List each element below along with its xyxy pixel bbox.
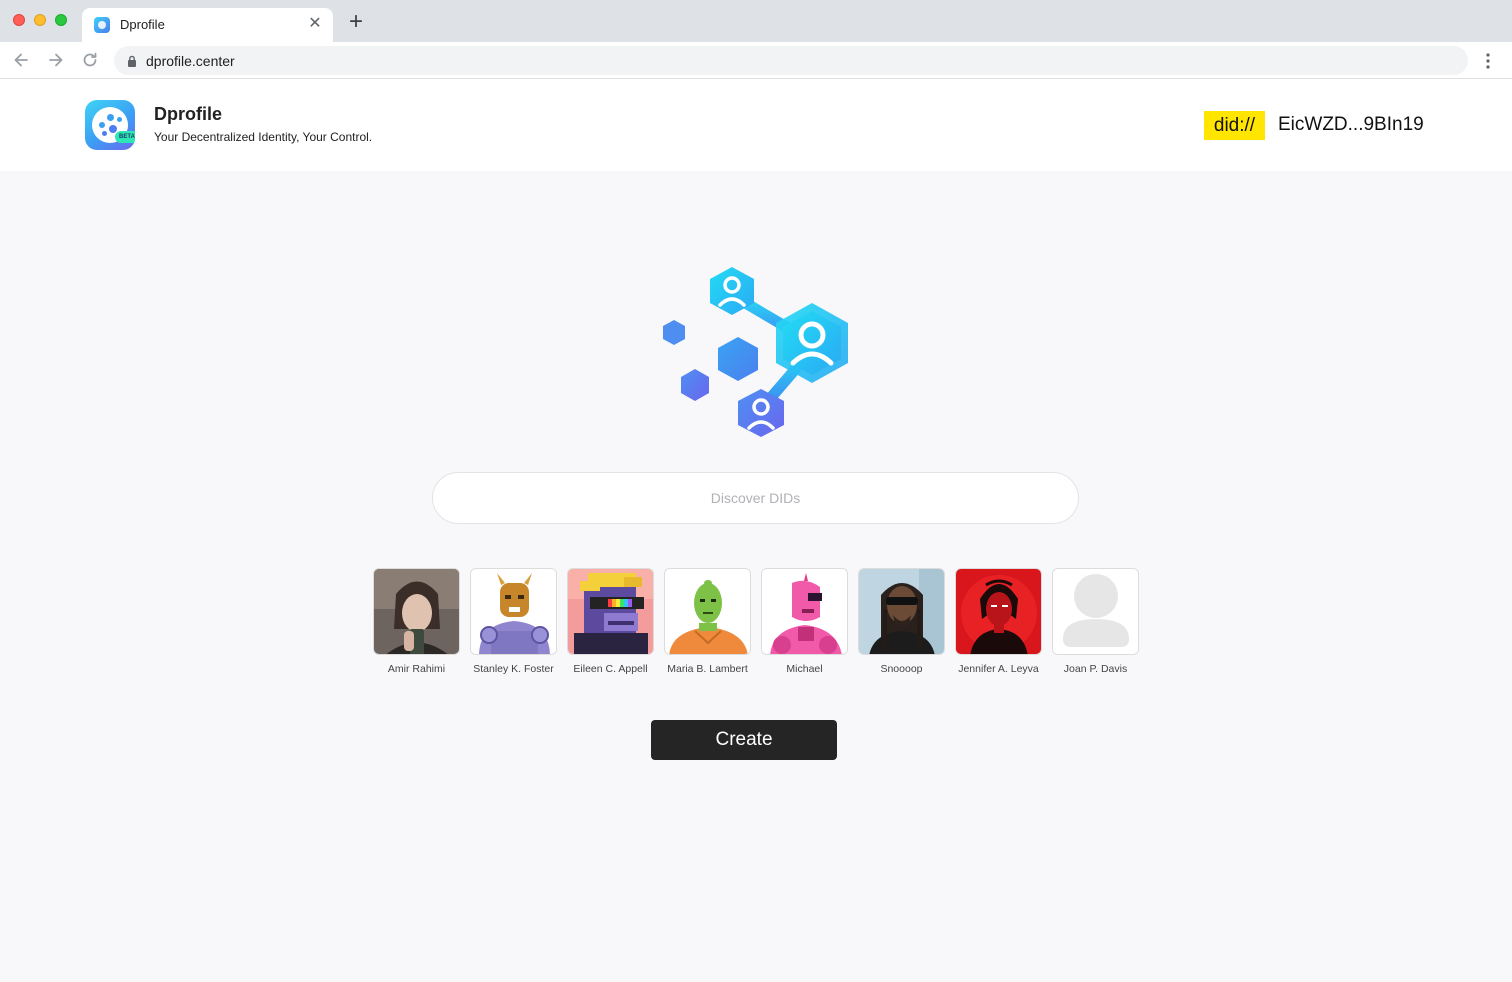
avatar[interactable] (1052, 568, 1139, 655)
profile-card[interactable]: Amir Rahimi (373, 568, 460, 680)
profile-name: Michael (786, 663, 823, 675)
floating-hexagon (663, 320, 685, 345)
discover-dids-search[interactable] (432, 472, 1079, 524)
brand-name: Dprofile (154, 104, 223, 124)
logo-dot (117, 117, 122, 122)
logo-dot (107, 114, 114, 121)
close-window-button[interactable] (13, 14, 25, 26)
featured-profiles: Amir Rahimi Stanley K. Foster Eileen C. … (373, 568, 1139, 680)
maximize-window-button[interactable] (55, 14, 67, 26)
profile-name: Eileen C. Appell (573, 663, 648, 675)
profile-card[interactable]: Stanley K. Foster (470, 568, 557, 680)
profile-card[interactable]: Jennifer A. Leyva (955, 568, 1042, 680)
avatar[interactable] (567, 568, 654, 655)
close-icon[interactable]: ✕ (307, 15, 323, 33)
did-identifier[interactable]: EicWZD...9BIn19 (1278, 114, 1424, 136)
address-bar[interactable]: dprofile.center (114, 46, 1468, 75)
browser-tab[interactable]: Dprofile ✕ (82, 8, 333, 42)
brand-tagline: Your Decentralized Identity, Your Contro… (154, 130, 373, 144)
profile-name: Stanley K. Foster (473, 663, 554, 675)
search-input[interactable] (433, 473, 1078, 523)
plus-icon[interactable]: + (345, 10, 367, 34)
app-header: BETA Dprofile Your Decentralized Identit… (0, 79, 1512, 171)
browser-toolbar: dprofile.center (0, 42, 1512, 79)
floating-hexagon (718, 337, 758, 381)
profile-name: Joan P. Davis (1063, 663, 1128, 675)
logo-dot (99, 122, 105, 128)
avatar[interactable] (858, 568, 945, 655)
profile-name: Jennifer A. Leyva (958, 663, 1039, 675)
avatar[interactable] (373, 568, 460, 655)
arrow-right-icon[interactable] (46, 50, 66, 70)
floating-hexagon (681, 369, 709, 401)
profile-card[interactable]: Eileen C. Appell (567, 568, 654, 680)
profile-name: Amir Rahimi (387, 663, 446, 675)
logo-dot (102, 131, 107, 136)
favicon-icon (94, 17, 110, 33)
profile-card[interactable]: Joan P. Davis (1052, 568, 1139, 680)
avatar[interactable] (761, 568, 848, 655)
reload-icon[interactable] (80, 50, 100, 70)
tab-title: Dprofile (120, 17, 165, 32)
network-users-illustration (663, 267, 848, 437)
create-button[interactable]: Create (651, 720, 837, 760)
minimize-window-button[interactable] (34, 14, 46, 26)
browser-tab-bar: Dprofile ✕ + (0, 0, 1512, 42)
avatar[interactable] (955, 568, 1042, 655)
avatar[interactable] (664, 568, 751, 655)
beta-badge: BETA (115, 131, 135, 143)
profile-name: Snoooop (880, 663, 923, 675)
avatar[interactable] (470, 568, 557, 655)
profile-card[interactable]: Maria B. Lambert (664, 568, 751, 680)
profile-name: Maria B. Lambert (667, 663, 748, 675)
profile-card[interactable]: Snoooop (858, 568, 945, 680)
kebab-menu-icon[interactable] (1480, 51, 1496, 71)
profile-card[interactable]: Michael (761, 568, 848, 680)
arrow-left-icon[interactable] (11, 50, 31, 70)
lock-icon (128, 55, 136, 67)
did-prefix-badge[interactable]: did:// (1204, 111, 1265, 140)
url-text: dprofile.center (146, 53, 235, 69)
dprofile-logo[interactable]: BETA (85, 100, 135, 150)
